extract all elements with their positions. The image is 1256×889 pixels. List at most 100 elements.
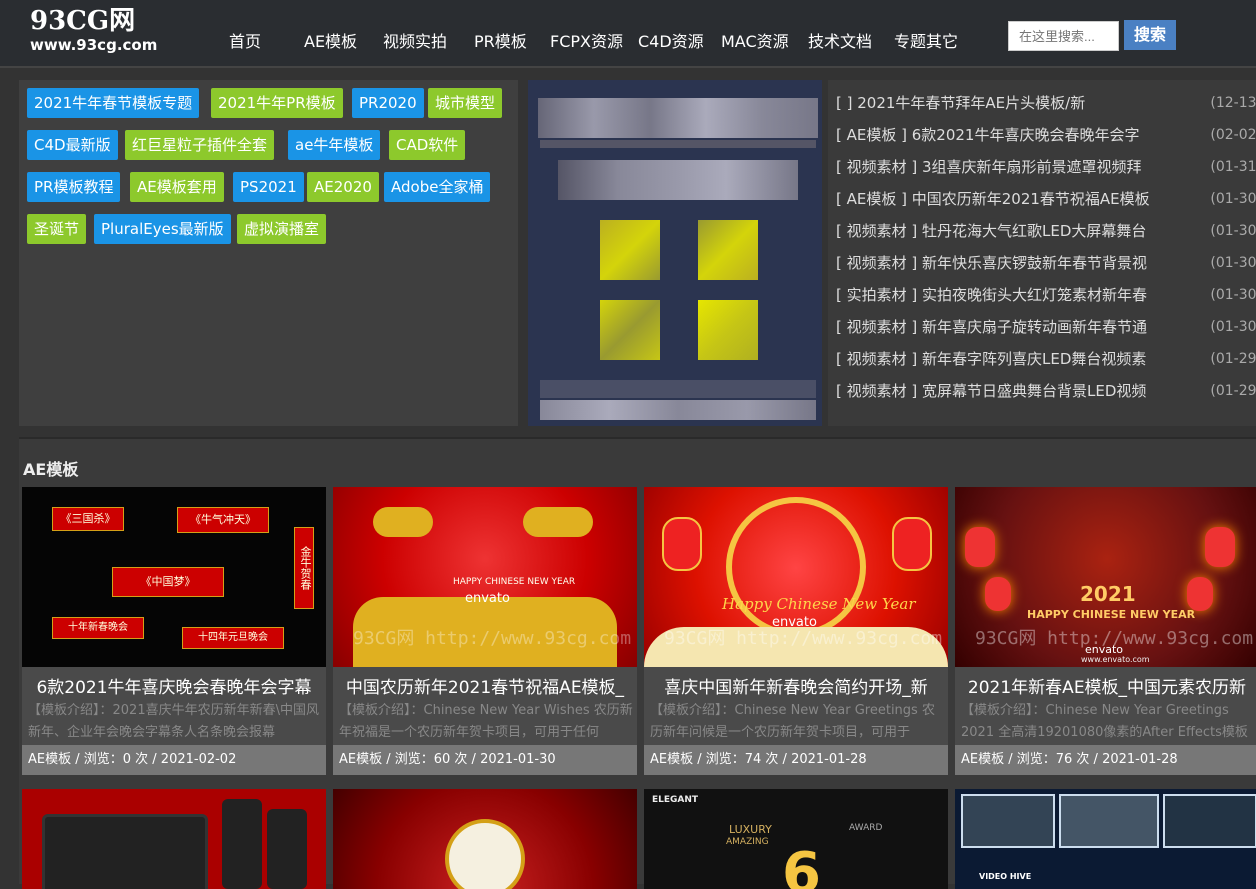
tag-item[interactable]: 2021牛年春节模板专题: [27, 88, 200, 118]
news-item[interactable]: [ AE模板 ] 6款2021牛年喜庆晚会春晚年会字 (02-02): [836, 124, 1256, 146]
news-item[interactable]: [ 实拍素材 ] 实拍夜晚街头大红灯笼素材新年春 (01-30): [836, 284, 1256, 306]
tag-item[interactable]: Adobe全家桶: [384, 172, 491, 202]
thumb-caption: VIDEO HIVE: [979, 872, 1032, 881]
site-logo[interactable]: 93CG网 www.93cg.com: [30, 6, 157, 54]
news-item[interactable]: [ 视频素材 ] 牡丹花海大气红歌LED大屏幕舞台 (01-30): [836, 220, 1256, 242]
tag-item[interactable]: ae牛年模板: [288, 130, 381, 160]
tag-item[interactable]: C4D最新版: [27, 130, 118, 160]
news-title[interactable]: [ 视频素材 ] 牡丹花海大气红歌LED大屏幕舞台: [836, 220, 1176, 242]
card-description: 【模板介绍】：Chinese New Year Wishes 农历新年祝福是一个…: [339, 703, 633, 740]
nav-fcpx[interactable]: FCPX资源: [550, 28, 623, 52]
card-title[interactable]: 中国农历新年2021春节祝福AE模板_: [333, 673, 637, 698]
thumb-caption: 金牛贺春: [294, 527, 314, 609]
template-card-thumbnail[interactable]: [333, 789, 637, 889]
site-header: 93CG网 www.93cg.com 首页 AE模板 视频实拍 PR模板 FCP…: [0, 0, 1256, 68]
tag-item[interactable]: CAD软件: [389, 130, 466, 160]
tag-item[interactable]: PluralEyes最新版: [94, 214, 231, 244]
card-thumbnail[interactable]: 《三国杀》 《牛气冲天》 金牛贺春 《中国梦》 十四年元旦晚会 十年新春晚会: [22, 487, 326, 667]
news-date: (01-30): [1210, 191, 1256, 207]
thumb-caption: Happy Chinese New Year: [722, 595, 916, 613]
nav-video-footage[interactable]: 视频实拍: [383, 28, 447, 52]
news-item[interactable]: [ 视频素材 ] 新年快乐喜庆锣鼓新年春节背景视 (01-30): [836, 252, 1256, 274]
card-description: 【模板介绍】：Chinese New Year Greetings 2021 全…: [961, 703, 1248, 740]
card-title[interactable]: 喜庆中国新年新春晚会简约开场_新: [644, 673, 948, 698]
news-item[interactable]: [ ] 2021牛年春节拜年AE片头模板/新 (12-13): [836, 92, 1256, 114]
news-title[interactable]: [ AE模板 ] 6款2021牛年喜庆晚会春晚年会字: [836, 124, 1176, 146]
watermark: 93CG网 http://www.93cg.com: [975, 628, 1254, 649]
tag-item[interactable]: PS2021: [233, 172, 304, 202]
card-description: 【模板介绍】：Chinese New Year Greetings 农历新年问候…: [650, 703, 935, 740]
card-thumbnail[interactable]: 2021 HAPPY CHINESE NEW YEAR envato www.e…: [955, 487, 1256, 667]
news-item[interactable]: [ 视频素材 ] 新年春字阵列喜庆LED舞台视频素 (01-29): [836, 348, 1256, 370]
nav-other[interactable]: 专题其它: [894, 28, 958, 52]
news-date: (01-30): [1210, 255, 1256, 271]
thumb-caption: 《中国梦》: [112, 567, 224, 597]
news-title[interactable]: [ 视频素材 ] 新年喜庆扇子旋转动画新年春节通: [836, 316, 1176, 338]
thumb-caption: envato: [465, 591, 510, 606]
news-title[interactable]: [ AE模板 ] 中国农历新年2021春节祝福AE模板: [836, 188, 1176, 210]
card-thumbnail[interactable]: Happy Chinese New Year envato 93CG网 http…: [644, 487, 948, 667]
news-date: (01-29): [1210, 383, 1256, 399]
template-card[interactable]: HAPPY CHINESE NEW YEAR envato 93CG网 http…: [333, 487, 637, 775]
search-input[interactable]: [1008, 21, 1119, 51]
nav-pr-templates[interactable]: PR模板: [474, 28, 527, 52]
tag-item[interactable]: AE模板套用: [130, 172, 224, 202]
logo-title: 93CG网: [30, 6, 136, 36]
template-card[interactable]: 2021 HAPPY CHINESE NEW YEAR envato www.e…: [955, 487, 1256, 775]
nav-home[interactable]: 首页: [229, 28, 261, 52]
thumb-caption: 《牛气冲天》: [177, 507, 269, 533]
thumb-caption: LUXURY: [729, 823, 772, 836]
news-title[interactable]: [ 视频素材 ] 3组喜庆新年扇形前景遮罩视频拜: [836, 156, 1176, 178]
tag-item[interactable]: AE2020: [307, 172, 379, 202]
section-title: AE模板: [23, 460, 79, 479]
news-date: (01-30): [1210, 319, 1256, 335]
nav-c4d[interactable]: C4D资源: [638, 28, 704, 52]
thumb-caption: 2021: [1080, 582, 1136, 606]
tag-item[interactable]: 红巨星粒子插件全套: [125, 130, 275, 160]
template-card-thumbnail[interactable]: ELEGANT LUXURY AMAZING AWARD 6: [644, 789, 948, 889]
featured-banner-image[interactable]: [528, 80, 822, 426]
card-meta: AE模板 / 浏览：60 次 / 2021-01-30: [333, 745, 637, 775]
news-title[interactable]: [ 视频素材 ] 新年快乐喜庆锣鼓新年春节背景视: [836, 252, 1176, 274]
thumb-caption: HAPPY CHINESE NEW YEAR: [453, 577, 576, 587]
template-card[interactable]: 《三国杀》 《牛气冲天》 金牛贺春 《中国梦》 十四年元旦晚会 十年新春晚会 6…: [22, 487, 326, 775]
ae-templates-section: AE模板 《三国杀》 《牛气冲天》 金牛贺春 《中国梦》 十四年元旦晚会 十年新…: [19, 437, 1256, 889]
card-description: 【模板介绍】：2021喜庆牛年农历新年新春\中国风新年、企业年会晚会字幕条人名条…: [28, 703, 319, 740]
card-title[interactable]: 2021年新春AE模板_中国元素农历新: [955, 673, 1256, 698]
tag-item[interactable]: 虚拟演播室: [237, 214, 327, 244]
news-item[interactable]: [ AE模板 ] 中国农历新年2021春节祝福AE模板 (01-30): [836, 188, 1256, 210]
news-title[interactable]: [ 视频素材 ] 新年春字阵列喜庆LED舞台视频素: [836, 348, 1176, 370]
news-title[interactable]: [ 视频素材 ] 宽屏幕节日盛典舞台背景LED视频: [836, 380, 1176, 402]
news-date: (01-29): [1210, 351, 1256, 367]
news-item[interactable]: [ 视频素材 ] 宽屏幕节日盛典舞台背景LED视频 (01-29): [836, 380, 1256, 402]
thumb-caption: AMAZING: [726, 837, 769, 847]
news-item[interactable]: [ 视频素材 ] 3组喜庆新年扇形前景遮罩视频拜 (01-31): [836, 156, 1256, 178]
tag-item[interactable]: 2021牛年PR模板: [211, 88, 343, 118]
news-item[interactable]: [ 视频素材 ] 新年喜庆扇子旋转动画新年春节通 (01-30): [836, 316, 1256, 338]
nav-ae-templates[interactable]: AE模板: [304, 28, 357, 52]
card-title[interactable]: 6款2021牛年喜庆晚会春晚年会字幕: [22, 673, 326, 698]
news-date: (01-30): [1210, 223, 1256, 239]
thumb-caption: AWARD: [849, 823, 883, 833]
nav-mac[interactable]: MAC资源: [721, 28, 789, 52]
template-card-thumbnail[interactable]: [22, 789, 326, 889]
thumb-caption: HAPPY CHINESE NEW YEAR: [1027, 608, 1196, 621]
news-title[interactable]: [ ] 2021牛年春节拜年AE片头模板/新: [836, 92, 1176, 114]
search-button[interactable]: 搜索: [1124, 20, 1176, 50]
tag-item[interactable]: PR模板教程: [27, 172, 121, 202]
thumb-caption: 十四年元旦晚会: [182, 627, 284, 649]
thumb-caption: 十年新春晚会: [52, 617, 144, 639]
hot-tags-panel: 2021牛年春节模板专题 2021牛年PR模板 PR2020 城市模型 C4D最…: [19, 80, 518, 426]
tag-item[interactable]: 圣诞节: [27, 214, 87, 244]
news-date: (01-30): [1210, 287, 1256, 303]
tag-item[interactable]: 城市模型: [428, 88, 503, 118]
news-date: (12-13): [1210, 95, 1256, 111]
card-meta: AE模板 / 浏览：0 次 / 2021-02-02: [22, 745, 326, 775]
news-title[interactable]: [ 实拍素材 ] 实拍夜晚街头大红灯笼素材新年春: [836, 284, 1176, 306]
template-card-thumbnail[interactable]: VIDEO HIVE: [955, 789, 1256, 889]
tag-item[interactable]: PR2020: [352, 88, 424, 118]
template-card[interactable]: Happy Chinese New Year envato 93CG网 http…: [644, 487, 948, 775]
card-thumbnail[interactable]: HAPPY CHINESE NEW YEAR envato 93CG网 http…: [333, 487, 637, 667]
nav-docs[interactable]: 技术文档: [808, 28, 872, 52]
logo-url: www.93cg.com: [30, 36, 158, 54]
